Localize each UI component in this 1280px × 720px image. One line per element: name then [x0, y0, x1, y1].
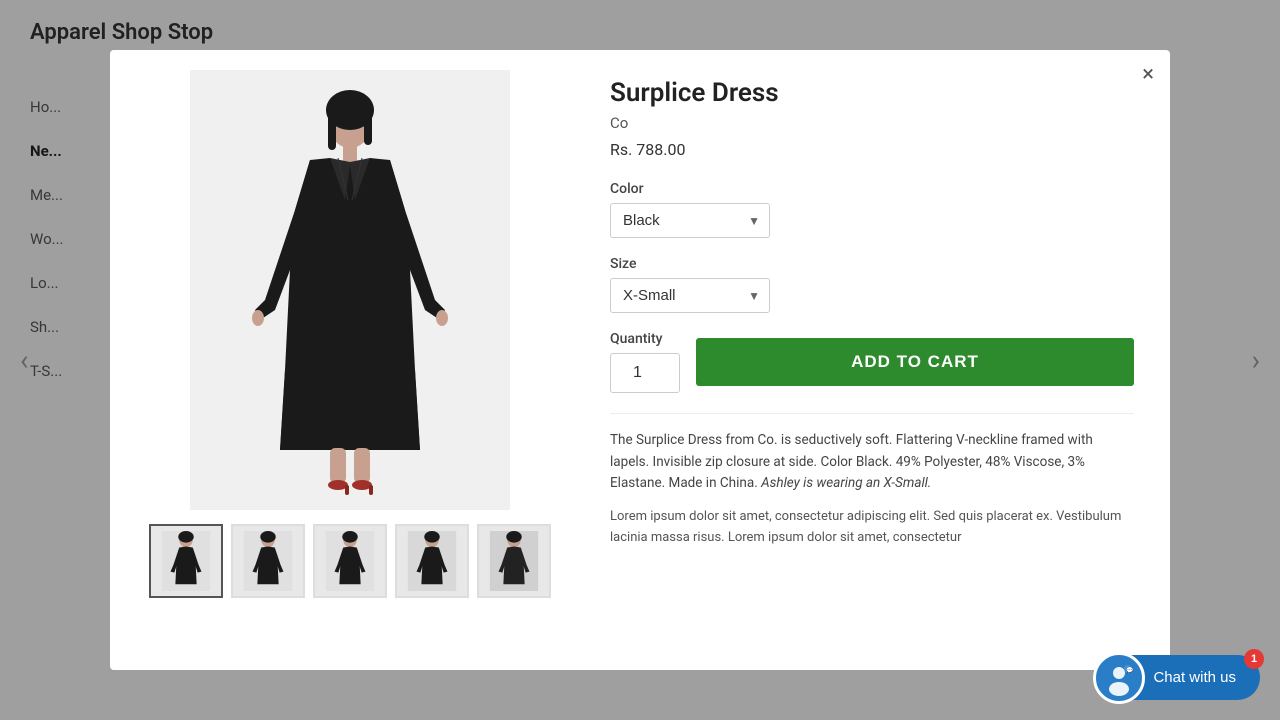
thumbnail-strip — [149, 524, 551, 598]
chat-label: Chat with us — [1153, 669, 1236, 686]
product-details-panel: Surplice Dress Co Rs. 788.00 Color Black… — [590, 50, 1170, 670]
product-brand: Co — [610, 114, 1134, 132]
quantity-cart-row: Quantity ADD TO CART — [610, 331, 1134, 393]
color-select[interactable]: Black Navy Red White — [610, 203, 770, 238]
size-select[interactable]: X-Small Small Medium Large X-Large — [610, 278, 770, 313]
chat-widget[interactable]: 💬 Chat with us 1 — [1093, 655, 1260, 700]
quantity-label: Quantity — [610, 331, 680, 347]
modal-body: Surplice Dress Co Rs. 788.00 Color Black… — [110, 50, 1170, 670]
svg-text:💬: 💬 — [1126, 666, 1134, 674]
color-selector-wrapper: Black Navy Red White ▼ — [610, 203, 770, 238]
main-product-image — [190, 70, 510, 510]
quantity-section: Quantity — [610, 331, 680, 393]
product-modal: × — [110, 50, 1170, 670]
product-description: The Surplice Dress from Co. is seductive… — [610, 430, 1134, 495]
thumbnail-4[interactable] — [395, 524, 469, 598]
size-label: Size — [610, 256, 1134, 272]
chat-avatar: 💬 — [1093, 652, 1145, 704]
quantity-input[interactable] — [610, 353, 680, 393]
product-price: Rs. 788.00 — [610, 140, 1134, 159]
add-to-cart-button[interactable]: ADD TO CART — [696, 338, 1134, 386]
chat-notification-badge: 1 — [1244, 649, 1264, 669]
product-images-panel — [110, 50, 590, 670]
thumbnail-5[interactable] — [477, 524, 551, 598]
thumbnail-1[interactable] — [149, 524, 223, 598]
product-divider — [610, 413, 1134, 414]
chat-button[interactable]: 💬 Chat with us 1 — [1093, 655, 1260, 700]
thumbnail-3[interactable] — [313, 524, 387, 598]
lorem-description: Lorem ipsum dolor sit amet, consectetur … — [610, 507, 1134, 549]
size-selector-wrapper: X-Small Small Medium Large X-Large ▼ — [610, 278, 770, 313]
color-label: Color — [610, 181, 1134, 197]
product-title: Surplice Dress — [610, 78, 1134, 108]
thumbnail-2[interactable] — [231, 524, 305, 598]
modal-close-button[interactable]: × — [1142, 64, 1154, 86]
